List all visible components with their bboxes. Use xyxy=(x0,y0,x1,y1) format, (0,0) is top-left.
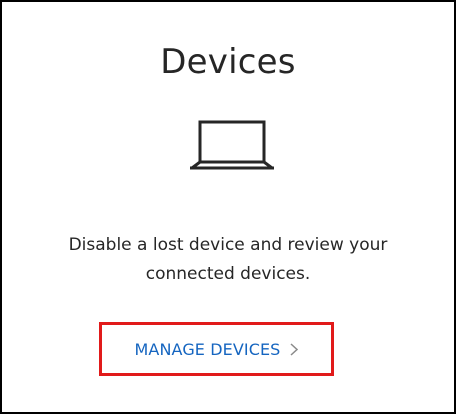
card-title: Devices xyxy=(160,42,296,82)
laptop-icon xyxy=(190,120,274,170)
card-description: Disable a lost device and review your co… xyxy=(68,235,388,284)
chevron-right-icon xyxy=(290,342,299,356)
card-frame: Devices Disable a lost device and review… xyxy=(0,0,456,414)
manage-devices-link[interactable]: MANAGE DEVICES xyxy=(135,340,299,359)
manage-devices-highlight: MANAGE DEVICES xyxy=(99,322,334,376)
manage-devices-label: MANAGE DEVICES xyxy=(134,339,281,359)
devices-card: Devices Disable a lost device and review… xyxy=(2,2,454,412)
